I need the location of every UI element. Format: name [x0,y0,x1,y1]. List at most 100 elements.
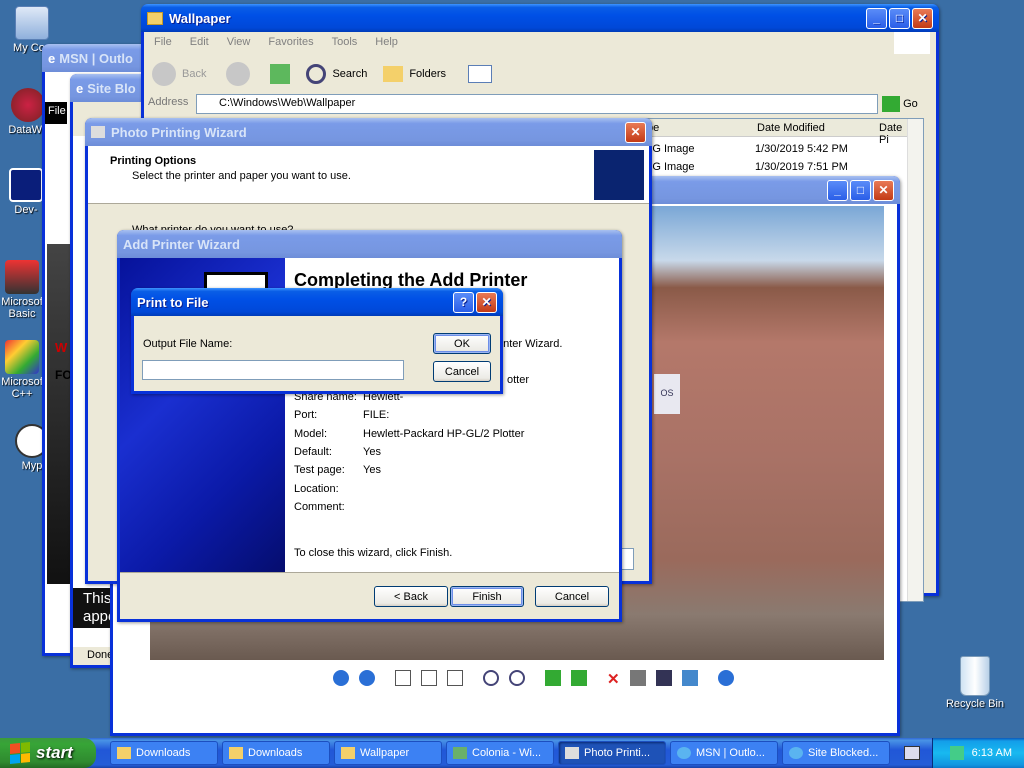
back-arrow-icon[interactable] [152,62,176,86]
up-folder-icon[interactable] [270,64,291,84]
intro-fragment: rinter Wizard. [497,338,563,350]
rotate-counterclockwise-icon[interactable] [571,670,587,686]
help-icon[interactable] [717,670,734,686]
basic-icon [5,260,39,294]
print-icon[interactable] [629,670,646,686]
msn-fragment: W [55,340,68,355]
menu-help[interactable]: Help [375,36,398,48]
next-image-icon[interactable] [359,670,375,686]
field-label: Port: [294,409,318,421]
field-value: Yes [363,446,381,458]
ie-icon [677,747,691,759]
wall-sign: OS [654,374,680,414]
menu-tools[interactable]: Tools [332,36,358,48]
msn-menu-file[interactable]: File [45,102,67,124]
desktop-icon-recycle-bin[interactable]: Recycle Bin [944,656,1006,710]
taskbar-item-wallpaper[interactable]: Wallpaper [334,741,442,765]
field-value: Yes [363,464,381,476]
picture-icon [453,747,467,759]
column-date-modified[interactable]: Date Modified [757,122,825,134]
keyboard-icon[interactable] [904,746,920,760]
delete-icon[interactable]: ✕ [607,670,620,688]
printer-icon [565,747,579,759]
ok-button[interactable]: OK [433,333,491,354]
photo-wizard-titlebar[interactable]: Photo Printing Wizard ✕ [85,118,652,146]
wizard-header-subtitle: Select the printer and paper you want to… [132,170,351,182]
field-label: Test page: [294,464,345,476]
minimize-button[interactable]: _ [827,179,848,201]
back-button[interactable]: < Back [374,586,448,607]
network-icon [11,88,45,122]
add-printer-titlebar[interactable]: Add Printer Wizard [117,230,622,258]
file-row-date: 1/30/2019 5:42 PM [755,143,848,155]
actual-size-icon[interactable] [421,670,437,686]
add-printer-title: Add Printer Wizard [123,236,240,252]
start-label: start [36,743,73,762]
start-button[interactable]: start [0,738,96,768]
finish-button[interactable]: Finish [450,586,524,607]
maximize-button[interactable]: □ [889,7,910,29]
taskbar-item-site-blocked[interactable]: Site Blocked... [782,741,890,765]
rotate-clockwise-icon[interactable] [545,670,561,686]
explorer-titlebar[interactable]: Wallpaper _ □ ✕ [141,4,939,32]
cpp-icon [5,340,39,374]
forward-arrow-icon[interactable] [226,62,251,86]
output-file-input[interactable] [142,360,404,380]
address-input[interactable]: C:\Windows\Web\Wallpaper [196,94,878,114]
wizard-header: Printing Options Select the printer and … [88,146,649,204]
taskbar-item-label: Photo Printi... [584,747,651,759]
taskbar-item-downloads-2[interactable]: Downloads [222,741,330,765]
menu-file[interactable]: File [154,36,172,48]
taskbar-item-colonia[interactable]: Colonia - Wi... [446,741,554,765]
menu-edit[interactable]: Edit [190,36,209,48]
site-titlebar[interactable]: e Site Blo [70,74,148,102]
taskbar-item-label: MSN | Outlo... [696,747,765,759]
file-row-type: EG Image [645,143,695,155]
zoom-in-icon[interactable] [483,670,499,686]
print-to-file-client: Output File Name: OK Cancel [134,316,500,391]
print-to-file-titlebar[interactable]: Print to File ? ✕ [131,288,503,316]
views-icon[interactable] [468,65,493,83]
network-tray-icon[interactable] [949,746,964,760]
taskbar-item-photo-printing[interactable]: Photo Printi... [558,741,666,765]
taskbar-item-label: Downloads [136,747,191,759]
folders-button[interactable]: Folders [409,68,446,80]
previous-image-icon[interactable] [333,670,349,686]
close-note: To close this wizard, click Finish. [294,547,453,559]
slideshow-icon[interactable] [447,670,463,686]
close-button[interactable]: ✕ [476,291,497,313]
save-icon[interactable] [655,670,672,686]
menu-favorites[interactable]: Favorites [268,36,313,48]
dev-cpp-icon [9,168,43,202]
close-button[interactable]: ✕ [873,179,894,201]
go-button[interactable]: Go [882,96,918,112]
computer-icon [15,6,49,40]
minimize-button[interactable]: _ [866,7,887,29]
edit-icon[interactable] [681,670,698,686]
field-value: FILE: [363,409,390,421]
best-fit-icon[interactable] [395,670,411,686]
printer-name-fragment: otter [507,374,530,386]
file-row-type: EG Image [645,161,695,173]
maximize-button[interactable]: □ [850,179,871,201]
column-date-picture[interactable]: Date Pi [879,122,907,146]
clock[interactable]: 6:13 AM [972,747,1012,759]
ie-icon [789,747,803,759]
close-button[interactable]: ✕ [912,7,933,29]
back-button[interactable]: Back [182,68,206,80]
menu-view[interactable]: View [227,36,251,48]
wizard-header-title: Printing Options [110,155,197,167]
cancel-button[interactable]: Cancel [433,361,491,382]
zoom-out-icon[interactable] [509,670,525,686]
cancel-button[interactable]: Cancel [535,586,609,607]
taskbar-item-msn[interactable]: MSN | Outlo... [670,741,778,765]
taskbar-item-downloads-1[interactable]: Downloads [110,741,218,765]
print-to-file-title: Print to File [137,294,209,310]
taskbar-item-label: Wallpaper [360,747,410,759]
explorer-toolbar: Back Search Folders [152,62,493,86]
vertical-scrollbar[interactable] [907,119,923,601]
search-button[interactable]: Search [332,68,367,80]
help-button[interactable]: ? [453,291,474,313]
close-button[interactable]: ✕ [625,121,646,143]
field-label: Location: [294,483,339,495]
